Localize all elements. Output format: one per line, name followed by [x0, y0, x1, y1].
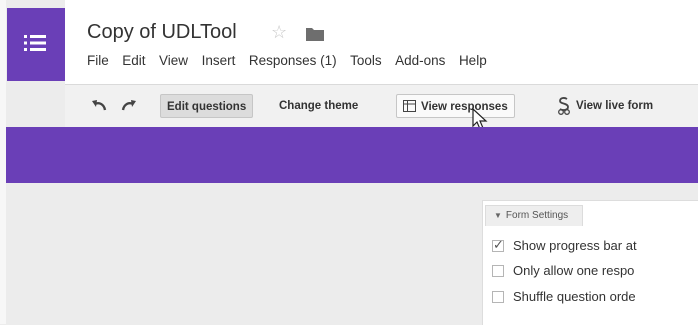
- app-menu-button[interactable]: [7, 8, 66, 81]
- option-label: Shuffle question orde: [513, 289, 636, 304]
- menu-tools[interactable]: Tools: [350, 53, 382, 68]
- view-responses-button[interactable]: View responses: [396, 94, 515, 118]
- caret-down-icon: ▼: [494, 211, 502, 220]
- checkbox-checked[interactable]: ✓: [492, 237, 504, 252]
- menu-insert[interactable]: Insert: [202, 53, 236, 68]
- option-label: Show progress bar at: [513, 238, 637, 253]
- live-form-icon: [558, 97, 570, 115]
- edit-questions-button[interactable]: Edit questions: [160, 94, 254, 118]
- star-outline-icon[interactable]: ☆: [271, 22, 287, 42]
- checkmark-icon: ✓: [493, 237, 504, 252]
- view-responses-label: View responses: [421, 101, 508, 113]
- view-live-form-button[interactable]: View live form: [550, 94, 659, 118]
- option-shuffle-questions[interactable]: Shuffle question orde: [492, 289, 636, 304]
- spreadsheet-icon: [403, 100, 416, 112]
- form-editor-canvas: ▼ Form Settings ✓ Show progress bar at On…: [6, 183, 698, 325]
- menu-edit[interactable]: Edit: [122, 53, 145, 68]
- change-theme-button[interactable]: Change theme: [273, 94, 364, 118]
- view-live-form-label: View live form: [576, 100, 654, 112]
- checkbox-unchecked[interactable]: [492, 291, 504, 303]
- forms-list-icon: [24, 35, 46, 51]
- toolbar: Edit questions Change theme View respons…: [65, 84, 698, 128]
- form-settings-tab-label: Form Settings: [505, 210, 569, 221]
- menu-responses[interactable]: Responses (1): [249, 53, 337, 68]
- document-title[interactable]: Copy of UDLTool: [87, 21, 237, 44]
- form-settings-panel: ▼ Form Settings ✓ Show progress bar at On…: [482, 200, 698, 325]
- form-settings-tab[interactable]: ▼ Form Settings: [485, 205, 584, 226]
- undo-icon[interactable]: [91, 99, 107, 111]
- option-one-response[interactable]: Only allow one respo: [492, 263, 635, 278]
- checkbox-unchecked[interactable]: [492, 265, 504, 277]
- theme-header-banner: [6, 127, 698, 183]
- menu-help[interactable]: Help: [459, 53, 487, 68]
- redo-icon[interactable]: [121, 99, 137, 111]
- option-label: Only allow one respo: [513, 263, 635, 278]
- folder-icon[interactable]: [306, 27, 324, 41]
- menu-view[interactable]: View: [159, 53, 188, 68]
- menu-file[interactable]: File: [87, 53, 109, 68]
- option-show-progress-bar[interactable]: ✓ Show progress bar at: [492, 237, 637, 253]
- menu-bar: File Edit View Insert Responses (1) Tool…: [87, 53, 500, 68]
- menu-addons[interactable]: Add-ons: [395, 53, 445, 68]
- title-bar: Copy of UDLTool ☆ File Edit View Insert …: [65, 0, 698, 84]
